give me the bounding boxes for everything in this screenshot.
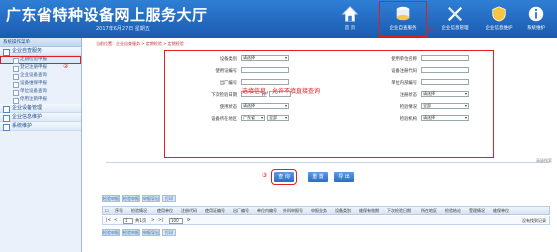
sidebar-item-deregistration[interactable]: 停用注销申报 <box>0 96 81 104</box>
col-acceptance: 受理情况 <box>469 208 485 213</box>
query-button[interactable]: 查 询 <box>271 169 297 185</box>
record-summary: 没有找到记录 <box>522 217 546 223</box>
internal-no-input[interactable] <box>421 79 469 85</box>
label-register-status: 注册状态 <box>399 93 417 98</box>
toolbar-bottom-apply[interactable]: 检验申报 <box>102 229 120 236</box>
label-factory-no: 出厂编号 <box>219 81 237 86</box>
checkbox-all[interactable]: ☐ <box>105 208 109 213</box>
use-status-select[interactable]: 请选择 <box>241 103 289 109</box>
equipment-type-select[interactable]: 请选择 <box>241 55 289 61</box>
nav-self-check-label: 企业自查服务 <box>389 26 417 31</box>
col-maintenance-expiry: 维保有效期 <box>359 208 379 213</box>
label-internal-no: 单位内部编号 <box>391 81 417 86</box>
label-use-unit-name: 使用单位名称 <box>391 57 417 62</box>
reset-button[interactable]: 重 置 <box>308 172 328 182</box>
tools-icon <box>447 6 463 22</box>
toolbar-bottom-export[interactable]: 申报导出 <box>142 229 160 236</box>
first-page-icon[interactable]: |< <box>106 218 111 223</box>
nav-home[interactable]: 首 页 <box>327 2 373 36</box>
col-equipment-type: 设备类别 <box>335 208 351 213</box>
nav-home-label: 首 页 <box>344 26 356 31</box>
sidebar-group-info-maintain[interactable]: 企业信息维护 <box>0 113 81 122</box>
label-inspection-agency: 检验机构 <box>399 117 417 122</box>
nav-system-label: 系统维护 <box>527 26 545 31</box>
toolbar-top-export[interactable]: 申报导出 <box>142 195 160 202</box>
label-use-status: 使用状态 <box>219 105 237 110</box>
label-equipment-type: 设备类别 <box>219 57 237 62</box>
nav-info-manage-label: 企业信息管理 <box>441 26 469 31</box>
next-page-icon[interactable]: > <box>151 218 155 223</box>
province-select[interactable]: 广东省 <box>241 115 265 121</box>
database-icon <box>396 6 410 21</box>
page-count: 共1页 <box>135 218 147 224</box>
factory-no-input[interactable] <box>241 79 289 85</box>
grid-pager: |< < 1 共1页 > >| 100 ⟳ 没有找到记录 <box>102 216 550 225</box>
sidebar-group-system[interactable]: 系统维护 <box>0 122 81 131</box>
col-inspection-result: 检验结论 <box>445 208 461 213</box>
optional-hint: 选填信息，允许不填直接查询 <box>242 88 321 95</box>
app-title: 广东省特种设备网上服务大厅 <box>6 6 208 24</box>
sidebar-title: 系统操作菜单 <box>0 38 81 47</box>
col-use-unit: 使用单位 <box>157 208 173 213</box>
label-next-inspection-date: 下次检验日期 <box>211 93 237 98</box>
label-use-cert-no: 使用证编号 <box>215 69 237 74</box>
nav-enterprise-info-manage[interactable]: 企业信息管理 <box>432 2 478 36</box>
col-index: 序号 <box>115 208 123 213</box>
home-icon <box>341 6 359 22</box>
nav-enterprise-self-check[interactable]: 企业自查服务 <box>379 1 427 37</box>
col-register-code: 注册代码 <box>181 208 197 213</box>
toolbar-bottom-print[interactable]: 打印 <box>162 229 176 236</box>
sidebar-group-self-check[interactable]: 企业自查服务 <box>0 47 81 56</box>
sidebar-item-registration[interactable]: 登记注册申报 <box>0 64 81 72</box>
city-select[interactable]: 全部 <box>267 115 289 121</box>
advanced-search-link[interactable]: 高级搜索 <box>536 158 552 164</box>
sidebar-group-equipment-manage[interactable]: 企业设备管理 <box>0 104 81 113</box>
grid-header: ☐ 序号 检验情况 使用单位 注册代码 使用证编号 出厂编号 单位内编号 外科申… <box>102 206 550 215</box>
page-size-select[interactable]: 100 <box>169 217 183 224</box>
nav-system-maintain[interactable]: 系统维护 <box>515 2 557 36</box>
marker-3: ③ <box>262 172 268 179</box>
col-factory-no: 出厂编号 <box>233 208 249 213</box>
breadcrumb: 当前位置：企业自查服务 > 定期检验 > 定期检验 <box>96 41 184 46</box>
header: 广东省特种设备网上服务大厅 2017年6月27日 星期五 首 页 企业自查服务 … <box>0 0 557 38</box>
label-region: 设备所在地区 <box>211 117 237 122</box>
col-next-inspection: 下次检验日期 <box>387 208 411 213</box>
marker-2: ② <box>63 63 69 70</box>
inspection-status-select[interactable]: 全部 <box>421 103 469 109</box>
toolbar-top-print[interactable]: 打印 <box>162 195 176 202</box>
toolbar-top-apply-2[interactable]: 检验申报 <box>122 195 140 202</box>
current-date: 2017年6月27日 星期五 <box>96 26 150 32</box>
col-region: 所在地区 <box>421 208 437 213</box>
info-icon <box>528 6 544 22</box>
inspection-agency-select[interactable]: 请选择 <box>421 115 469 121</box>
main-content: 当前位置：企业自查服务 > 定期检验 > 定期检验 设备类别 请选择 使用证编号… <box>84 38 557 252</box>
last-page-icon[interactable]: >| <box>158 218 163 223</box>
sidebar: 系统操作菜单 企业自查服务 定期检验申报 登记注册申报 企业设备查询 设备维保申… <box>0 38 82 252</box>
use-cert-no-input[interactable] <box>241 67 289 73</box>
prev-page-icon[interactable]: < <box>114 218 118 223</box>
toolbar-top-apply[interactable]: 检验申报 <box>102 195 120 202</box>
col-external-no: 外科申报号 <box>283 208 303 213</box>
search-form: 设备类别 请选择 使用证编号 出厂编号 下次检验日期 至 使用状态 请选择 设备… <box>164 50 494 158</box>
register-status-select[interactable]: 请选择 <box>421 91 469 97</box>
form-divider <box>106 162 550 163</box>
use-unit-name-input[interactable] <box>421 55 469 61</box>
col-internal-no: 单位内编号 <box>257 208 277 213</box>
page-number-input[interactable]: 1 <box>123 217 133 224</box>
refresh-icon[interactable]: ⟳ <box>187 218 191 223</box>
shield-icon <box>492 6 506 22</box>
sidebar-item-maintenance[interactable]: 设备维保申报 <box>0 80 81 88</box>
sidebar-item-unit-query[interactable]: 单位设备查询 <box>0 88 81 96</box>
col-apply-business: 申报业务 <box>311 208 327 213</box>
sidebar-item-periodic-inspection[interactable]: 定期检验申报 <box>0 56 81 64</box>
label-inspection-status: 检验情况 <box>399 105 417 110</box>
toolbar-bottom-apply-2[interactable]: 检验申报 <box>122 229 140 236</box>
col-inspection-status: 检验情况 <box>131 208 147 213</box>
sidebar-item-equipment-query[interactable]: 企业设备查询 <box>0 72 81 80</box>
col-maintenance-unit: 维保单位 <box>493 208 509 213</box>
label-register-code: 设备注册代码 <box>391 69 417 74</box>
col-use-cert-no: 使用证编号 <box>205 208 225 213</box>
register-code-input[interactable] <box>421 67 469 73</box>
export-button[interactable]: 导 出 <box>334 172 354 182</box>
